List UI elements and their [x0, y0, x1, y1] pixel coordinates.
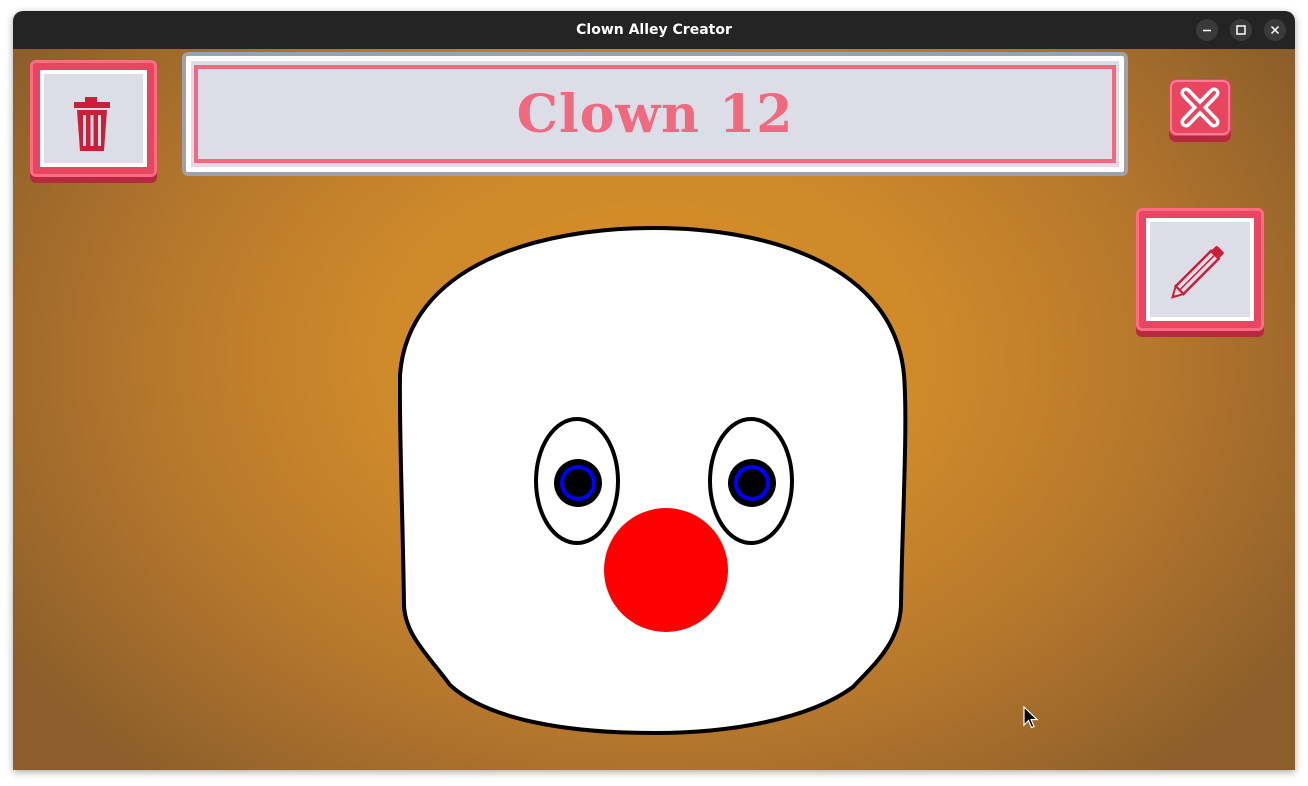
clown-canvas: Clown 12 — [13, 49, 1295, 770]
edit-clown-button[interactable] — [1136, 208, 1264, 331]
minimize-button[interactable] — [1196, 19, 1218, 41]
face-head — [398, 225, 908, 736]
mouse-cursor-icon — [1023, 706, 1039, 729]
trash-icon — [74, 97, 110, 151]
left-eye — [534, 417, 620, 545]
delete-clown-button[interactable] — [30, 60, 157, 177]
app-window: Clown Alley Creator Clown 12 — [13, 11, 1295, 770]
clown-nose — [604, 508, 728, 632]
pencil-icon — [1171, 246, 1224, 299]
maximize-icon — [1236, 25, 1246, 35]
clown-name-banner[interactable]: Clown 12 — [182, 52, 1128, 176]
close-editor-button[interactable] — [1168, 79, 1232, 143]
window-close-button[interactable] — [1264, 19, 1286, 41]
clown-face[interactable] — [398, 225, 910, 739]
minimize-icon — [1203, 29, 1211, 32]
maximize-button[interactable] — [1230, 19, 1252, 41]
clown-name: Clown 12 — [516, 83, 794, 145]
edit-button-panel — [1146, 218, 1254, 321]
close-x-icon — [1169, 79, 1231, 142]
right-eye — [708, 417, 794, 545]
close-icon — [1270, 25, 1280, 35]
delete-button-panel — [40, 70, 147, 167]
window-title: Clown Alley Creator — [576, 22, 732, 38]
title-bar[interactable]: Clown Alley Creator — [13, 11, 1295, 49]
